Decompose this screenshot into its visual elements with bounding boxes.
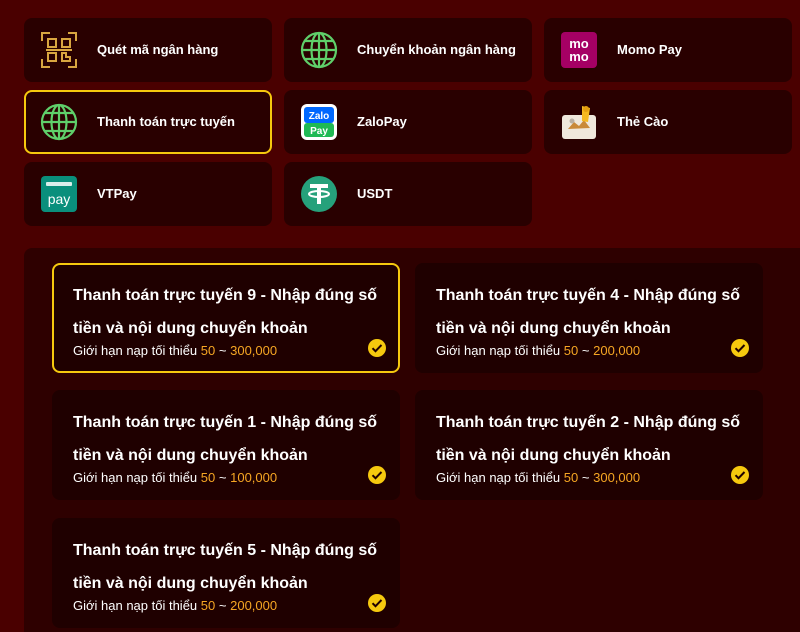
channel-limit: Giới hạn nạp tối thiểu 50 ~ 200,000 xyxy=(436,343,640,358)
channel-title: Thanh toán trực tuyến 9 - Nhập đúng số t… xyxy=(73,287,378,337)
check-circle-icon xyxy=(731,466,749,484)
tether-logo-icon xyxy=(300,175,338,213)
method-usdt[interactable]: USDT xyxy=(284,162,532,226)
svg-text:pay: pay xyxy=(48,191,71,207)
channel-title: Thanh toán trực tuyến 5 - Nhập đúng số t… xyxy=(73,542,378,592)
channel-title: Thanh toán trực tuyến 4 - Nhập đúng số t… xyxy=(436,287,741,337)
scratch-card-icon xyxy=(560,103,598,141)
channel-card[interactable]: Thanh toán trực tuyến 1 - Nhập đúng số t… xyxy=(52,390,400,500)
channel-card[interactable]: Thanh toán trực tuyến 5 - Nhập đúng số t… xyxy=(52,518,400,628)
limit-min: 50 xyxy=(200,470,216,485)
channel-limit: Giới hạn nạp tối thiểu 50 ~ 300,000 xyxy=(73,343,277,358)
method-label: Thanh toán trực tuyến xyxy=(97,114,235,129)
limit-separator: ~ xyxy=(581,343,590,358)
momo-logo-icon: mo mo xyxy=(560,31,598,69)
limit-max: 100,000 xyxy=(230,470,278,485)
method-label: Quét mã ngân hàng xyxy=(97,42,219,57)
svg-text:mo: mo xyxy=(569,49,589,64)
method-label: ZaloPay xyxy=(357,114,407,129)
limit-separator: ~ xyxy=(581,470,590,485)
channel-limit: Giới hạn nạp tối thiểu 50 ~ 100,000 xyxy=(73,470,277,485)
vtpay-logo-icon: pay xyxy=(40,175,78,213)
method-bank-transfer[interactable]: Chuyển khoản ngân hàng xyxy=(284,18,532,82)
limit-max: 300,000 xyxy=(593,470,641,485)
limit-separator: ~ xyxy=(218,598,227,613)
channel-title: Thanh toán trực tuyến 1 - Nhập đúng số t… xyxy=(73,414,378,464)
limit-min: 50 xyxy=(200,343,216,358)
check-circle-icon xyxy=(368,466,386,484)
limit-separator: ~ xyxy=(218,470,227,485)
limit-prefix: Giới hạn nạp tối thiểu xyxy=(73,343,198,358)
method-online-payment[interactable]: Thanh toán trực tuyến xyxy=(24,90,272,154)
payment-method-grid: Quét mã ngân hàng Chuyển khoản ngân hàng… xyxy=(24,18,792,226)
zalopay-logo-icon: Zalo Pay xyxy=(300,103,338,141)
method-label: USDT xyxy=(357,186,393,201)
method-scratch-card[interactable]: Thẻ Cào xyxy=(544,90,792,154)
svg-text:Zalo: Zalo xyxy=(309,111,330,122)
method-label: Momo Pay xyxy=(617,42,683,57)
channel-limit: Giới hạn nạp tối thiểu 50 ~ 300,000 xyxy=(436,470,640,485)
limit-min: 50 xyxy=(563,470,579,485)
check-circle-icon xyxy=(731,339,749,357)
limit-prefix: Giới hạn nạp tối thiểu xyxy=(73,598,198,613)
qr-code-icon xyxy=(40,31,78,69)
svg-text:Pay: Pay xyxy=(310,126,328,137)
limit-separator: ~ xyxy=(218,343,227,358)
limit-prefix: Giới hạn nạp tối thiểu xyxy=(436,343,561,358)
method-zalopay[interactable]: Zalo Pay ZaloPay xyxy=(284,90,532,154)
method-momo-pay[interactable]: mo mo Momo Pay xyxy=(544,18,792,82)
channel-limit: Giới hạn nạp tối thiểu 50 ~ 200,000 xyxy=(73,598,277,613)
check-circle-icon xyxy=(368,339,386,357)
globe-icon xyxy=(300,31,338,69)
globe-icon xyxy=(40,103,78,141)
channel-panel: Thanh toán trực tuyến 9 - Nhập đúng số t… xyxy=(24,248,800,632)
channel-card[interactable]: Thanh toán trực tuyến 4 - Nhập đúng số t… xyxy=(415,263,763,373)
channel-card[interactable]: Thanh toán trực tuyến 2 - Nhập đúng số t… xyxy=(415,390,763,500)
method-label: Thẻ Cào xyxy=(617,114,669,129)
check-circle-icon xyxy=(368,594,386,612)
channel-title: Thanh toán trực tuyến 2 - Nhập đúng số t… xyxy=(436,414,741,464)
limit-prefix: Giới hạn nạp tối thiểu xyxy=(436,470,561,485)
limit-max: 200,000 xyxy=(593,343,641,358)
limit-max: 200,000 xyxy=(230,598,278,613)
method-label: VTPay xyxy=(97,186,137,201)
limit-prefix: Giới hạn nạp tối thiểu xyxy=(73,470,198,485)
limit-min: 50 xyxy=(563,343,579,358)
limit-max: 300,000 xyxy=(230,343,278,358)
method-vtpay[interactable]: pay VTPay xyxy=(24,162,272,226)
limit-min: 50 xyxy=(200,598,216,613)
method-bank-qr[interactable]: Quét mã ngân hàng xyxy=(24,18,272,82)
method-label: Chuyển khoản ngân hàng xyxy=(357,42,516,57)
channel-card[interactable]: Thanh toán trực tuyến 9 - Nhập đúng số t… xyxy=(52,263,400,373)
